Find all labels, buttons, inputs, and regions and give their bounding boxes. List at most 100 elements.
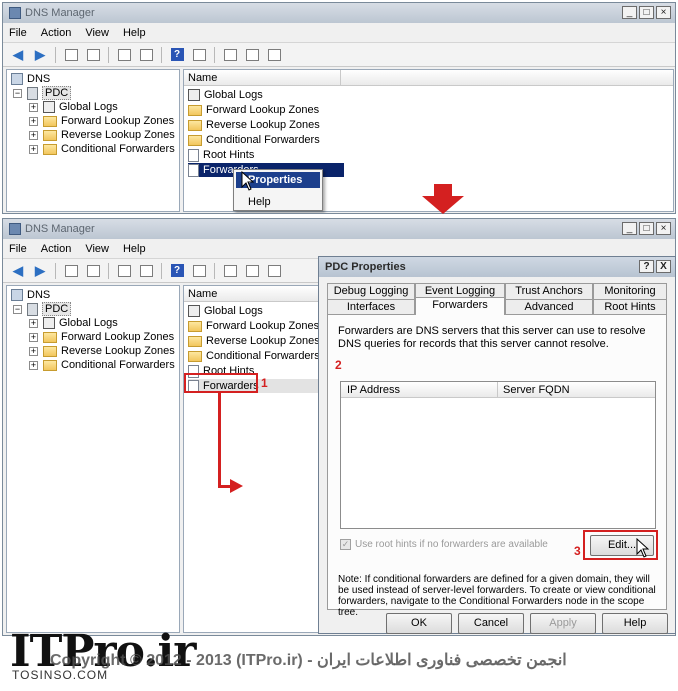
help-icon[interactable]: ? [168, 263, 186, 279]
list-item-conditional-forwarders[interactable]: Conditional Forwarders [188, 133, 320, 147]
expand-icon[interactable]: + [29, 318, 38, 328]
minimize-button[interactable]: _ [622, 222, 637, 235]
context-menu-help[interactable]: Help [236, 194, 320, 210]
tree-dns-root[interactable]: DNS [11, 288, 50, 302]
dns-icon [11, 73, 23, 85]
server-icon[interactable] [221, 47, 239, 63]
list-item-conditional-forwarders[interactable]: Conditional Forwarders [188, 349, 320, 363]
menu-file[interactable]: File [9, 243, 27, 255]
tree-server-label: PDC [42, 86, 72, 100]
menu-view[interactable]: View [85, 243, 109, 255]
maximize-button[interactable]: □ [639, 222, 654, 235]
tree-item-conditional-forwarders[interactable]: + Conditional Forwarders [29, 358, 175, 372]
back-arrow-icon[interactable]: ◀ [9, 263, 27, 279]
tab-trust-anchors[interactable]: Trust Anchors [505, 283, 593, 299]
top-dns-manager-window: DNS Manager _ □ × File Action View Help … [2, 2, 676, 214]
forward-arrow-icon[interactable]: ▶ [31, 47, 49, 63]
help-icon[interactable]: ? [168, 47, 186, 63]
up-folder-icon[interactable] [62, 263, 80, 279]
column-name[interactable]: Name [188, 72, 217, 84]
close-button[interactable]: × [656, 222, 671, 235]
menu-view[interactable]: View [85, 27, 109, 39]
collapse-icon[interactable]: − [13, 88, 22, 98]
checkbox-checked-icon[interactable]: ✓ [340, 539, 351, 550]
list-item-reverse-zones[interactable]: Reverse Lookup Zones [188, 118, 320, 132]
tree-item-conditional-forwarders[interactable]: + Conditional Forwarders [29, 142, 175, 156]
expand-icon[interactable]: + [29, 130, 38, 140]
server-icon[interactable] [221, 263, 239, 279]
tree-item-reverse-zones[interactable]: + Reverse Lookup Zones [29, 344, 175, 358]
tree-dns-root[interactable]: DNS [11, 72, 50, 86]
minimize-button[interactable]: _ [622, 6, 637, 19]
tree-item-forward-zones[interactable]: + Forward Lookup Zones [29, 330, 174, 344]
tab-debug-logging[interactable]: Debug Logging [327, 283, 415, 299]
tree-item-global-logs[interactable]: + Global Logs [29, 100, 118, 114]
column-divider[interactable] [340, 70, 341, 86]
up-folder-icon[interactable] [62, 47, 80, 63]
tree-item-forward-zones[interactable]: + Forward Lookup Zones [29, 114, 174, 128]
record-icon[interactable] [265, 263, 283, 279]
forwarders-list[interactable]: IP Address Server FQDN [340, 381, 656, 529]
expand-icon[interactable]: + [29, 360, 38, 370]
list-item-global-logs[interactable]: Global Logs [188, 88, 263, 102]
menu-help[interactable]: Help [123, 243, 146, 255]
list-item-forward-zones[interactable]: Forward Lookup Zones [188, 103, 319, 117]
expand-icon[interactable]: + [29, 144, 38, 154]
tree-item-reverse-zones[interactable]: + Reverse Lookup Zones [29, 128, 175, 142]
forward-arrow-icon[interactable]: ▶ [31, 263, 49, 279]
tab-forwarders[interactable]: Forwarders [415, 297, 505, 315]
show-tree-icon[interactable] [84, 263, 102, 279]
expand-icon[interactable]: + [29, 332, 38, 342]
bottom-window-title: DNS Manager [25, 223, 95, 235]
list-item-global-logs[interactable]: Global Logs [188, 304, 263, 318]
tree-item-label: Forward Lookup Zones [61, 331, 175, 343]
record-icon[interactable] [265, 47, 283, 63]
maximize-button[interactable]: □ [639, 6, 654, 19]
list-item-reverse-zones[interactable]: Reverse Lookup Zones [188, 334, 320, 348]
show-tree-icon[interactable] [84, 47, 102, 63]
tree-server-pdc[interactable]: − PDC [13, 302, 72, 316]
apply-button[interactable]: Apply [530, 613, 596, 634]
column-ip-address[interactable]: IP Address [347, 384, 400, 396]
annotation-step-3: 3 [574, 544, 581, 558]
column-divider[interactable] [497, 382, 498, 398]
folder-icon [188, 119, 202, 131]
column-name[interactable]: Name [188, 288, 217, 300]
list-item-root-hints[interactable]: Root Hints [188, 148, 254, 162]
dialog-help-button[interactable]: ? [639, 260, 654, 273]
dialog-close-button[interactable]: X [656, 260, 671, 273]
properties-icon[interactable] [115, 47, 133, 63]
back-arrow-icon[interactable]: ◀ [9, 47, 27, 63]
folder-icon [188, 350, 202, 362]
properties-icon[interactable] [115, 263, 133, 279]
menu-help[interactable]: Help [123, 27, 146, 39]
export-list-icon[interactable] [137, 263, 155, 279]
cancel-button[interactable]: Cancel [458, 613, 524, 634]
zone-icon[interactable] [243, 263, 261, 279]
column-server-fqdn[interactable]: Server FQDN [503, 384, 570, 396]
expand-icon[interactable]: + [29, 346, 38, 356]
list-item-forward-zones[interactable]: Forward Lookup Zones [188, 319, 319, 333]
tab-interfaces[interactable]: Interfaces [327, 299, 415, 315]
menu-action[interactable]: Action [41, 243, 72, 255]
tab-root-hints[interactable]: Root Hints [593, 299, 667, 315]
expand-icon[interactable]: + [29, 102, 38, 112]
close-button[interactable]: × [656, 6, 671, 19]
collapse-icon[interactable]: − [13, 304, 22, 314]
menu-file[interactable]: File [9, 27, 27, 39]
tree-item-label: Reverse Lookup Zones [61, 345, 175, 357]
tree-server-pdc[interactable]: − PDC [13, 86, 72, 100]
menu-action[interactable]: Action [41, 27, 72, 39]
use-root-hints-checkbox[interactable]: ✓ Use root hints if no forwarders are av… [340, 539, 548, 550]
ok-button[interactable]: OK [386, 613, 452, 634]
tab-monitoring[interactable]: Monitoring [593, 283, 667, 299]
tree-item-global-logs[interactable]: + Global Logs [29, 316, 118, 330]
export-list-icon[interactable] [137, 47, 155, 63]
console-icon[interactable] [190, 263, 208, 279]
help-button[interactable]: Help [602, 613, 668, 634]
log-icon [43, 101, 55, 113]
zone-icon[interactable] [243, 47, 261, 63]
console-icon[interactable] [190, 47, 208, 63]
expand-icon[interactable]: + [29, 116, 38, 126]
tab-advanced[interactable]: Advanced [505, 299, 593, 315]
